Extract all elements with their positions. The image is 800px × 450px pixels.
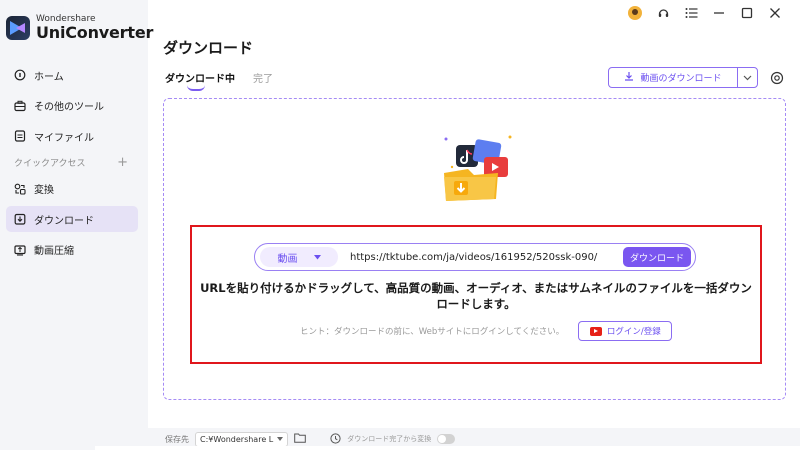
folder-icon[interactable] [294,433,307,445]
sidebar-item-label: 動画圧縮 [34,246,74,257]
youtube-icon [589,326,602,336]
auto-convert-toggle[interactable] [437,434,456,444]
app-logo: Wondershare UniConverter [6,15,153,41]
login-register-button[interactable]: ログイン/登録 [578,321,673,341]
maximize-icon[interactable] [740,6,754,20]
video-download-main[interactable]: 動画のダウンロード [609,68,737,87]
tab-completed[interactable]: 完了 [253,70,273,85]
sidebar-item-video-compress[interactable]: 動画圧縮 [6,237,138,263]
sidebar-item-label: ダウンロード [34,215,94,227]
sidebar-item-download[interactable]: ダウンロード [6,206,138,232]
download-tabs: ダウンロード中 完了 [165,70,273,91]
url-input[interactable]: https://tktube.com/ja/videos/161952/520s… [350,252,623,263]
login-register-label: ログイン/登録 [606,327,661,337]
sidebar-item-convert[interactable]: 変換 [6,176,138,202]
sidebar-item-other-tools[interactable]: その他のツール [6,93,138,119]
hint-text: ヒント：ダウンロードの前に、Webサイトにログインしてください。 [300,327,565,337]
instruction-text: URLを貼り付けるかドラッグして、高品質の動画、オーディオ、またはサムネイルのフ… [200,281,752,311]
clock-icon [330,432,341,446]
menu-list-icon[interactable] [684,6,698,20]
screen-edge [95,446,800,450]
uniconverter-logo-icon [6,16,30,40]
close-icon[interactable] [768,6,782,20]
download-icon [14,213,26,225]
chevron-down-icon [743,75,752,80]
sidebar-item-label: その他のツール [34,102,104,113]
file-icon [14,130,26,142]
compress-icon [14,244,26,256]
settings-icon[interactable] [770,70,784,85]
sidebar-item-my-files[interactable]: マイファイル [6,123,138,149]
sidebar-nav: ホーム その他のツール マイファイル クイックアクセス + 変換 ダウンロード … [6,62,138,267]
sidebar-item-label: マイファイル [34,132,94,144]
page-title: ダウンロード [163,39,254,57]
save-path-value: C:¥Wondershare L [200,434,274,444]
video-download-dropdown[interactable] [737,68,757,87]
home-icon [14,69,26,81]
quick-access-add-button[interactable]: + [117,155,128,170]
save-location-label: 保存先 [165,434,189,444]
convert-icon [14,183,26,195]
user-avatar-icon[interactable] [628,6,642,20]
download-arrow-icon [624,71,634,84]
sidebar-item-label: ホーム [34,71,64,83]
window-controls [628,6,782,20]
support-headset-icon[interactable] [656,6,670,20]
sidebar-item-label: 変換 [34,185,54,196]
sidebar: Wondershare UniConverter ホーム その他のツール マイフ… [0,0,153,450]
sidebar-item-home[interactable]: ホーム [6,62,138,88]
auto-convert-label: ダウンロード完了から変換 [347,435,432,443]
video-download-button[interactable]: 動画のダウンロード [608,67,758,88]
quick-access-label: クイックアクセス [14,159,86,169]
caret-down-icon [277,437,284,441]
minimize-icon[interactable] [712,6,726,20]
hint-row: ヒント：ダウンロードの前に、Webサイトにログインしてください。 ログイン/登録 [300,321,673,341]
tab-downloading[interactable]: ダウンロード中 [165,70,235,91]
download-illustration-icon [438,133,520,205]
download-button[interactable]: ダウンロード [623,247,691,267]
media-type-select[interactable]: 動画 [260,247,338,267]
toolbox-icon [14,100,26,112]
quick-access-header: クイックアクセス + [6,154,138,172]
video-download-label: 動画のダウンロード [640,74,722,84]
save-path-select[interactable]: C:¥Wondershare L [195,431,289,447]
url-input-bar[interactable]: 動画 https://tktube.com/ja/videos/161952/5… [254,243,696,271]
brand-name: UniConverter [36,23,154,42]
caret-down-icon [313,254,321,259]
media-type-value: 動画 [277,253,298,265]
